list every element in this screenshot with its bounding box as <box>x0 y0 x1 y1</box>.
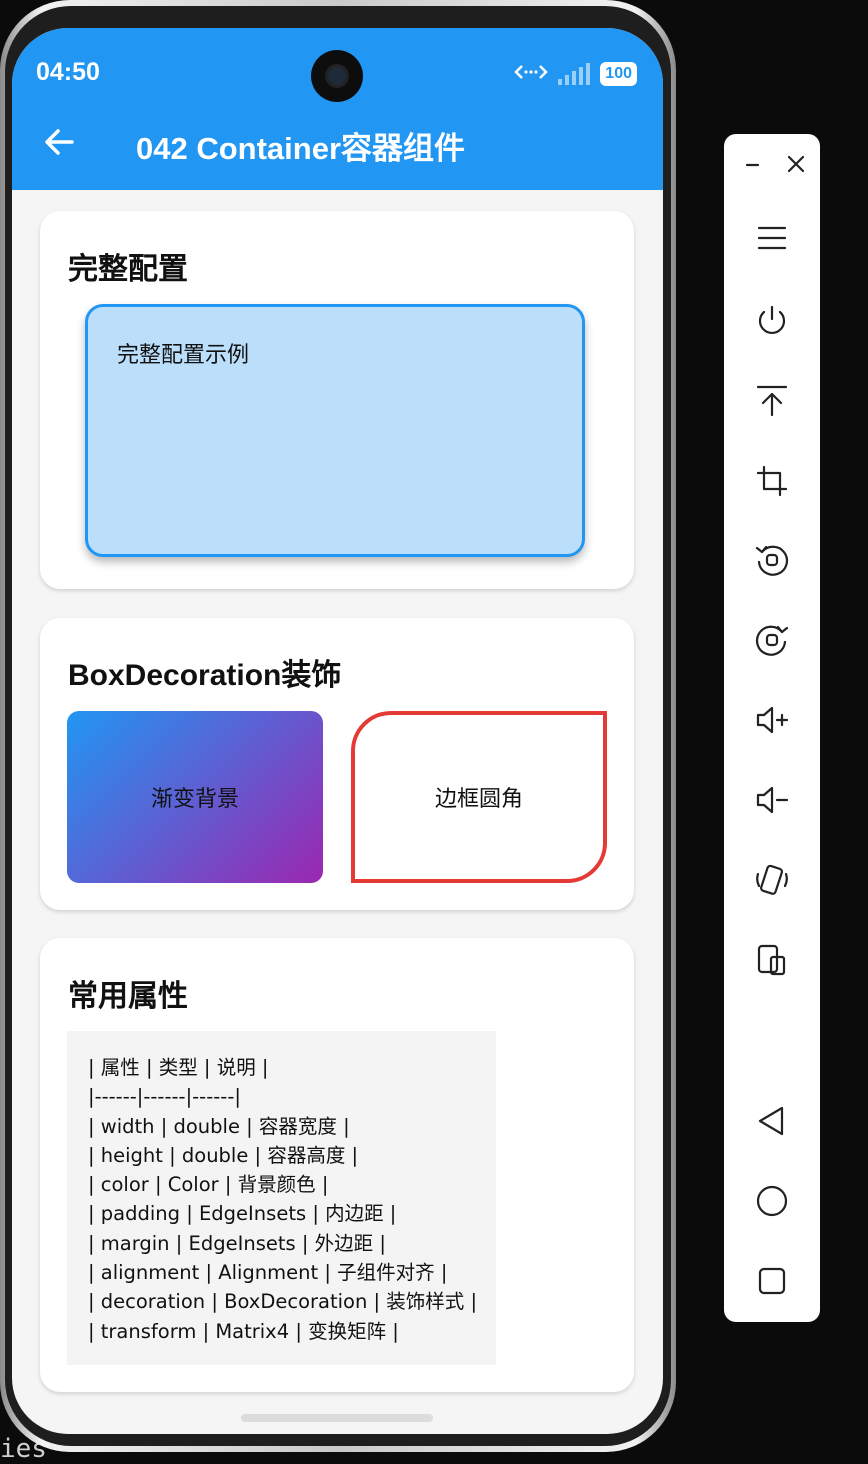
volume-up-icon <box>756 706 789 734</box>
scroll-top-button[interactable] <box>748 377 796 425</box>
card-full-config: 完整配置 完整配置示例 <box>40 211 634 589</box>
close-icon <box>787 155 805 173</box>
overview-icon <box>758 1267 786 1295</box>
battery-icon: 100 <box>600 62 637 86</box>
rotate-right-button[interactable] <box>748 616 796 664</box>
front-camera <box>311 50 363 102</box>
border-box-text: 边框圆角 <box>434 787 523 812</box>
fold-icon <box>757 944 786 976</box>
home-icon <box>756 1185 788 1217</box>
table-line: | padding | EdgeInsets | 内边距 | <box>88 1202 397 1226</box>
signal-icon <box>558 63 591 85</box>
card-box-decoration: BoxDecoration装饰 渐变背景 边框圆角 <box>40 618 634 910</box>
table-line: | decoration | BoxDecoration | 装饰样式 | <box>88 1290 478 1314</box>
nav-overview-button[interactable] <box>748 1257 796 1305</box>
menu-icon <box>757 226 787 250</box>
volume-down-icon <box>756 786 789 814</box>
table-line: | alignment | Alignment | 子组件对齐 | <box>88 1261 448 1285</box>
power-button[interactable] <box>748 297 796 345</box>
full-config-example-text: 完整配置示例 <box>117 343 250 368</box>
page-title: 042 Container容器组件 <box>136 131 466 166</box>
rotate-left-icon <box>755 545 789 576</box>
minimize-icon <box>745 163 760 167</box>
volume-down-button[interactable] <box>748 776 796 824</box>
top-icon <box>756 385 788 417</box>
table-line: |------|------|------| <box>88 1085 241 1109</box>
back-icon <box>758 1106 784 1136</box>
data-transfer-icon <box>514 61 549 87</box>
crop-button[interactable] <box>748 457 796 505</box>
emulator-toolbar <box>724 134 820 1322</box>
table-line: | 属性 | 类型 | 说明 | <box>88 1056 269 1079</box>
section-title-box-decoration: BoxDecoration装饰 <box>68 659 342 692</box>
section-title-full-config: 完整配置 <box>68 253 188 286</box>
rotate-left-button[interactable] <box>748 536 796 584</box>
phone-screen: 04:50 100 042 Container容器组件 完整配置 完整配置示例 <box>12 28 663 1434</box>
back-button[interactable] <box>42 124 78 160</box>
status-icons: 100 <box>514 61 637 87</box>
table-line: | height | double | 容器高度 | <box>88 1143 359 1167</box>
menu-button[interactable] <box>748 214 796 262</box>
close-button[interactable] <box>772 140 820 188</box>
arrow-left-icon <box>45 129 74 155</box>
shake-button[interactable] <box>748 856 796 904</box>
table-line: | margin | EdgeInsets | 外边距 | <box>88 1231 386 1255</box>
minimize-button[interactable] <box>730 140 778 188</box>
app-bar: 04:50 100 042 Container容器组件 <box>12 28 663 190</box>
phone-frame: 04:50 100 042 Container容器组件 完整配置 完整配置示例 <box>0 0 676 1452</box>
props-table-block: | 属性 | 类型 | 说明 | |------|------|------| … <box>67 1031 496 1365</box>
table-line: | color | Color | 背景颜色 | <box>88 1173 329 1197</box>
table-line: | transform | Matrix4 | 变换矩阵 | <box>88 1319 399 1343</box>
volume-up-button[interactable] <box>748 696 796 744</box>
full-config-example-box: 完整配置示例 <box>85 304 585 557</box>
home-indicator[interactable] <box>241 1414 433 1422</box>
nav-back-button[interactable] <box>748 1097 796 1145</box>
rotate-right-icon <box>755 625 789 656</box>
power-icon <box>758 305 786 334</box>
section-title-common-props: 常用属性 <box>68 980 188 1013</box>
card-common-props: 常用属性 | 属性 | 类型 | 说明 | |------|------|---… <box>40 938 634 1392</box>
status-time: 04:50 <box>36 58 100 86</box>
fold-button[interactable] <box>748 936 796 984</box>
gradient-box-text: 渐变背景 <box>150 787 239 812</box>
table-line: | width | double | 容器宽度 | <box>88 1114 350 1138</box>
crop-icon <box>756 465 788 497</box>
shake-icon <box>756 864 788 895</box>
nav-home-button[interactable] <box>748 1177 796 1225</box>
border-radius-box: 边框圆角 <box>351 711 607 883</box>
gradient-background-box: 渐变背景 <box>67 711 323 883</box>
